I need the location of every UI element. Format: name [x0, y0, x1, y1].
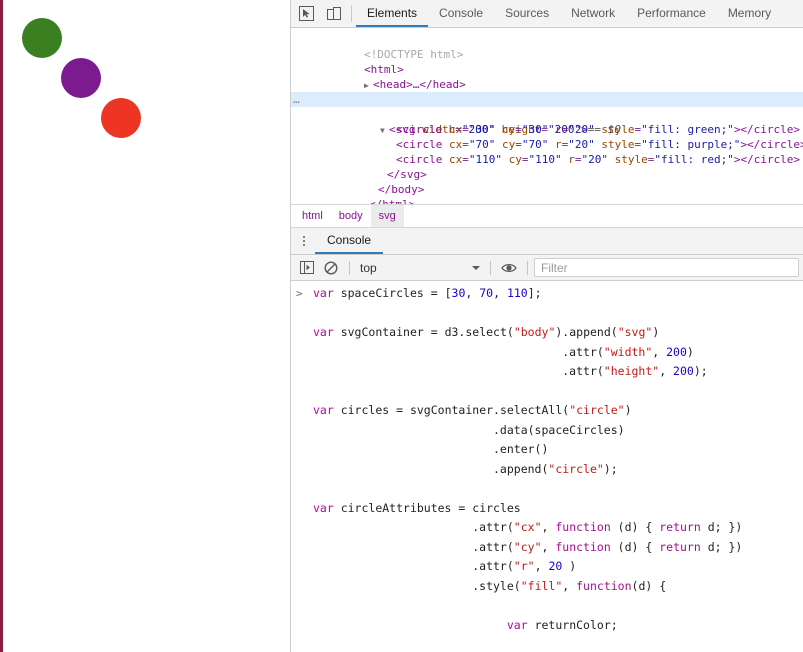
console-toolbar-divider-2 — [490, 260, 491, 275]
circle-red[interactable] — [101, 98, 141, 138]
tab-network[interactable]: Network — [560, 0, 626, 27]
console-filter-input[interactable] — [534, 258, 799, 277]
dom-node-html-close-text: </html> — [369, 198, 415, 204]
console-code-line-6: var circles = svgContainer.selectAll("ci… — [313, 403, 632, 417]
console-code-line-5 — [313, 382, 803, 402]
devtools-panel: Elements Console Sources Network Perform… — [290, 0, 803, 652]
console-code-line-10 — [313, 479, 803, 499]
tab-network-label: Network — [571, 5, 616, 20]
clear-console-icon[interactable] — [319, 255, 343, 280]
dom-node-svg-close[interactable]: </svg> — [291, 152, 803, 181]
breadcrumb: html body svg — [291, 204, 803, 228]
dom-node-head[interactable]: ▶ <head>…</head> — [291, 62, 803, 91]
tab-memory-label: Memory — [727, 5, 772, 20]
console-toolbar: top — [291, 255, 803, 281]
tab-sources[interactable]: Sources — [494, 0, 560, 27]
circle-green[interactable] — [22, 18, 62, 58]
console-code-line-15: .style("fill", function(d) { — [313, 578, 667, 593]
tab-memory[interactable]: Memory — [717, 0, 782, 27]
console-sidebar-icon[interactable] — [295, 255, 319, 280]
console-code-line-1 — [313, 304, 803, 324]
dom-node-html-open[interactable]: <html> — [291, 47, 803, 76]
breadcrumb-item-html[interactable]: html — [294, 205, 331, 227]
dom-node-svg-open[interactable]: … ▼ <svg width="200" height="200">== $0 — [291, 92, 803, 136]
tab-performance-label: Performance — [637, 5, 706, 20]
page-viewport — [0, 0, 290, 652]
dom-node-body-open[interactable]: ▼<body> — [291, 77, 803, 106]
console-code-line-2: var svgContainer = d3.select("body").app… — [313, 325, 660, 339]
breadcrumb-item-html-label: html — [302, 210, 323, 222]
tab-performance[interactable]: Performance — [626, 0, 717, 27]
breadcrumb-item-body[interactable]: body — [331, 205, 371, 227]
console-toolbar-divider-1 — [349, 260, 350, 275]
console-code-line-17: var returnColor; — [506, 617, 618, 632]
svg-canvas — [22, 18, 141, 138]
console-code-line-14: .attr("r", 20 ) — [313, 559, 577, 573]
tab-console-label: Console — [439, 5, 484, 20]
devtools-tabbar: Elements Console Sources Network Perform… — [291, 0, 803, 28]
dom-node-body-close[interactable]: </body> — [291, 167, 803, 196]
console-code-line-8: .enter() — [313, 442, 549, 456]
console-output[interactable]: > var spaceCircles = [30, 70, 110]; var … — [291, 281, 803, 652]
drawer-tabbar: Console — [291, 228, 803, 255]
console-toolbar-divider-3 — [527, 260, 528, 275]
chevron-down-icon — [472, 265, 480, 270]
console-code-line-13: .attr("cy", function (d) { return d; }) — [313, 539, 743, 554]
dom-node-circle-green[interactable]: <circle cx="30" cy="30" r="20" style="fi… — [291, 107, 803, 136]
tab-sources-label: Sources — [505, 5, 550, 20]
kebab-menu-icon[interactable] — [293, 228, 315, 254]
collapsed-siblings-badge[interactable]: … — [293, 92, 300, 107]
console-code-line-11: var circleAttributes = circles — [313, 500, 521, 515]
dom-tree[interactable]: <!DOCTYPE html> <html> ▶<head>…</head> ▼… — [291, 28, 803, 204]
circle-purple[interactable] — [61, 58, 101, 98]
console-input-entry[interactable]: > var spaceCircles = [30, 70, 110]; var … — [291, 281, 803, 652]
execution-context-select[interactable]: top — [356, 258, 484, 277]
dom-node-html-close[interactable]: </html> — [291, 182, 803, 204]
dom-node-doctype[interactable]: <!DOCTYPE html> — [291, 32, 803, 61]
toolbar-divider — [351, 5, 352, 22]
console-code-line-4: .attr("height", 200); — [313, 364, 708, 378]
device-toolbar-icon[interactable] — [320, 0, 347, 27]
dom-node-circle-red[interactable]: <circle cx="110" cy="110" r="20" style="… — [291, 137, 803, 166]
breadcrumb-item-svg[interactable]: svg — [370, 205, 404, 227]
breadcrumb-item-svg-label: svg — [378, 210, 396, 222]
execution-context-value: top — [360, 260, 377, 275]
inspect-element-icon[interactable] — [293, 0, 320, 27]
console-code-line-18 — [313, 635, 803, 652]
drawer-tab-console-label: Console — [327, 233, 372, 247]
tab-console[interactable]: Console — [428, 0, 494, 27]
live-expression-icon[interactable] — [497, 255, 521, 280]
console-code-line-7: .data(spaceCircles) — [313, 422, 625, 437]
tab-elements-label: Elements — [367, 5, 418, 20]
console-code-line-0: var spaceCircles = [30, 70, 110]; — [313, 286, 542, 300]
drawer-tab-console[interactable]: Console — [315, 228, 384, 254]
devtools-window: Elements Console Sources Network Perform… — [0, 0, 803, 652]
console-input-prompt-icon: > — [296, 287, 303, 300]
console-code-line-16 — [313, 596, 803, 616]
dom-node-circle-purple[interactable]: <circle cx="70" cy="70" r="20" style="fi… — [291, 122, 803, 151]
console-code-line-12: .attr("cx", function (d) { return d; }) — [313, 520, 743, 534]
console-code-line-3: .attr("width", 200) — [313, 344, 694, 359]
breadcrumb-item-body-label: body — [338, 210, 363, 222]
console-code-line-9: .append("circle"); — [313, 461, 618, 476]
console-drawer: Console top Filter > var spaceCircles = … — [291, 228, 803, 652]
tab-elements[interactable]: Elements — [356, 0, 429, 27]
